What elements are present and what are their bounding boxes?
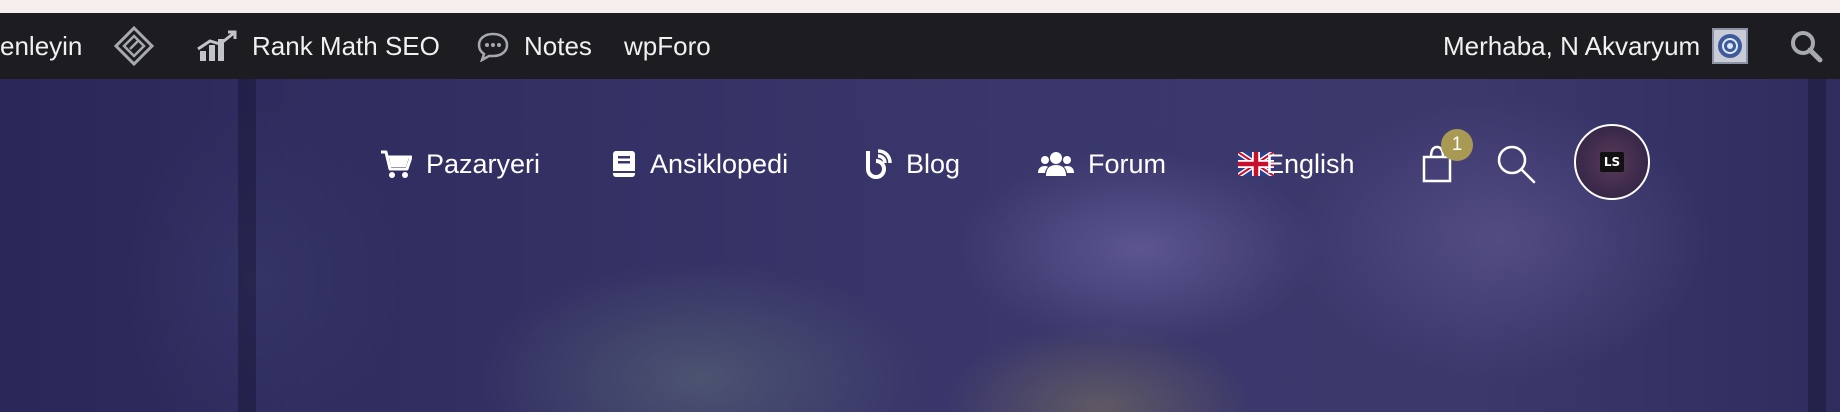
- browser-top-strip: [0, 0, 1840, 13]
- admin-search-button[interactable]: [1789, 13, 1823, 79]
- rank-math-label: Rank Math SEO: [252, 30, 440, 61]
- notes-label: Notes: [524, 30, 592, 61]
- rank-math-menu[interactable]: Rank Math SEO: [196, 13, 440, 79]
- nav-item-blog[interactable]: Blog: [864, 79, 960, 249]
- speech-bubble-icon: [476, 30, 510, 62]
- diamond-logo-icon: [113, 25, 155, 67]
- cart-button[interactable]: [1420, 79, 1468, 249]
- nav-item-pazaryeri[interactable]: Pazaryeri: [380, 79, 540, 249]
- wpforo-menu[interactable]: wpForo: [624, 13, 711, 79]
- nav-label: Blog: [906, 148, 961, 179]
- uk-flag-icon: [1238, 152, 1274, 176]
- admin-bar-partial-label: enleyin: [0, 30, 83, 61]
- cart-icon: [380, 149, 426, 179]
- admin-avatar: [1712, 28, 1749, 64]
- nav-label: Forum: [1088, 148, 1167, 179]
- nav-label: English: [1266, 148, 1355, 179]
- nav-item-ansiklopedi[interactable]: Ansiklopedi: [612, 79, 788, 249]
- nav-item-forum[interactable]: Forum: [1038, 79, 1166, 249]
- language-switcher[interactable]: English: [1238, 79, 1355, 249]
- greeting-label: Merhaba, N Akvaryum: [1443, 30, 1701, 61]
- nav-label: Ansiklopedi: [650, 148, 789, 179]
- user-avatar-button[interactable]: LS: [1574, 124, 1650, 200]
- plugin-menu[interactable]: [113, 13, 155, 79]
- hero-background-shade: [238, 79, 256, 412]
- search-icon: [1496, 144, 1550, 184]
- blog-icon: [864, 149, 906, 179]
- avatar-initials: LS: [1599, 152, 1625, 172]
- site-search-button[interactable]: [1496, 79, 1550, 249]
- my-account-menu[interactable]: Merhaba, N Akvaryum: [1443, 13, 1749, 79]
- rank-math-icon: [196, 29, 238, 63]
- cart-count-badge: 1: [1441, 129, 1473, 161]
- wpforo-label: wpForo: [624, 30, 711, 61]
- search-icon: [1789, 29, 1823, 63]
- wp-admin-bar: enleyin Rank Math SEO Notes wpForo Merha…: [0, 13, 1840, 79]
- book-icon: [612, 150, 650, 178]
- hero-header: Pazaryeri Ansiklopedi Blog Forum English…: [0, 79, 1840, 412]
- hero-background-shade: [1808, 79, 1826, 412]
- nav-label: Pazaryeri: [426, 148, 541, 179]
- users-icon: [1038, 151, 1088, 177]
- notes-menu[interactable]: Notes: [476, 13, 592, 79]
- admin-bar-item-partial[interactable]: enleyin: [0, 13, 82, 79]
